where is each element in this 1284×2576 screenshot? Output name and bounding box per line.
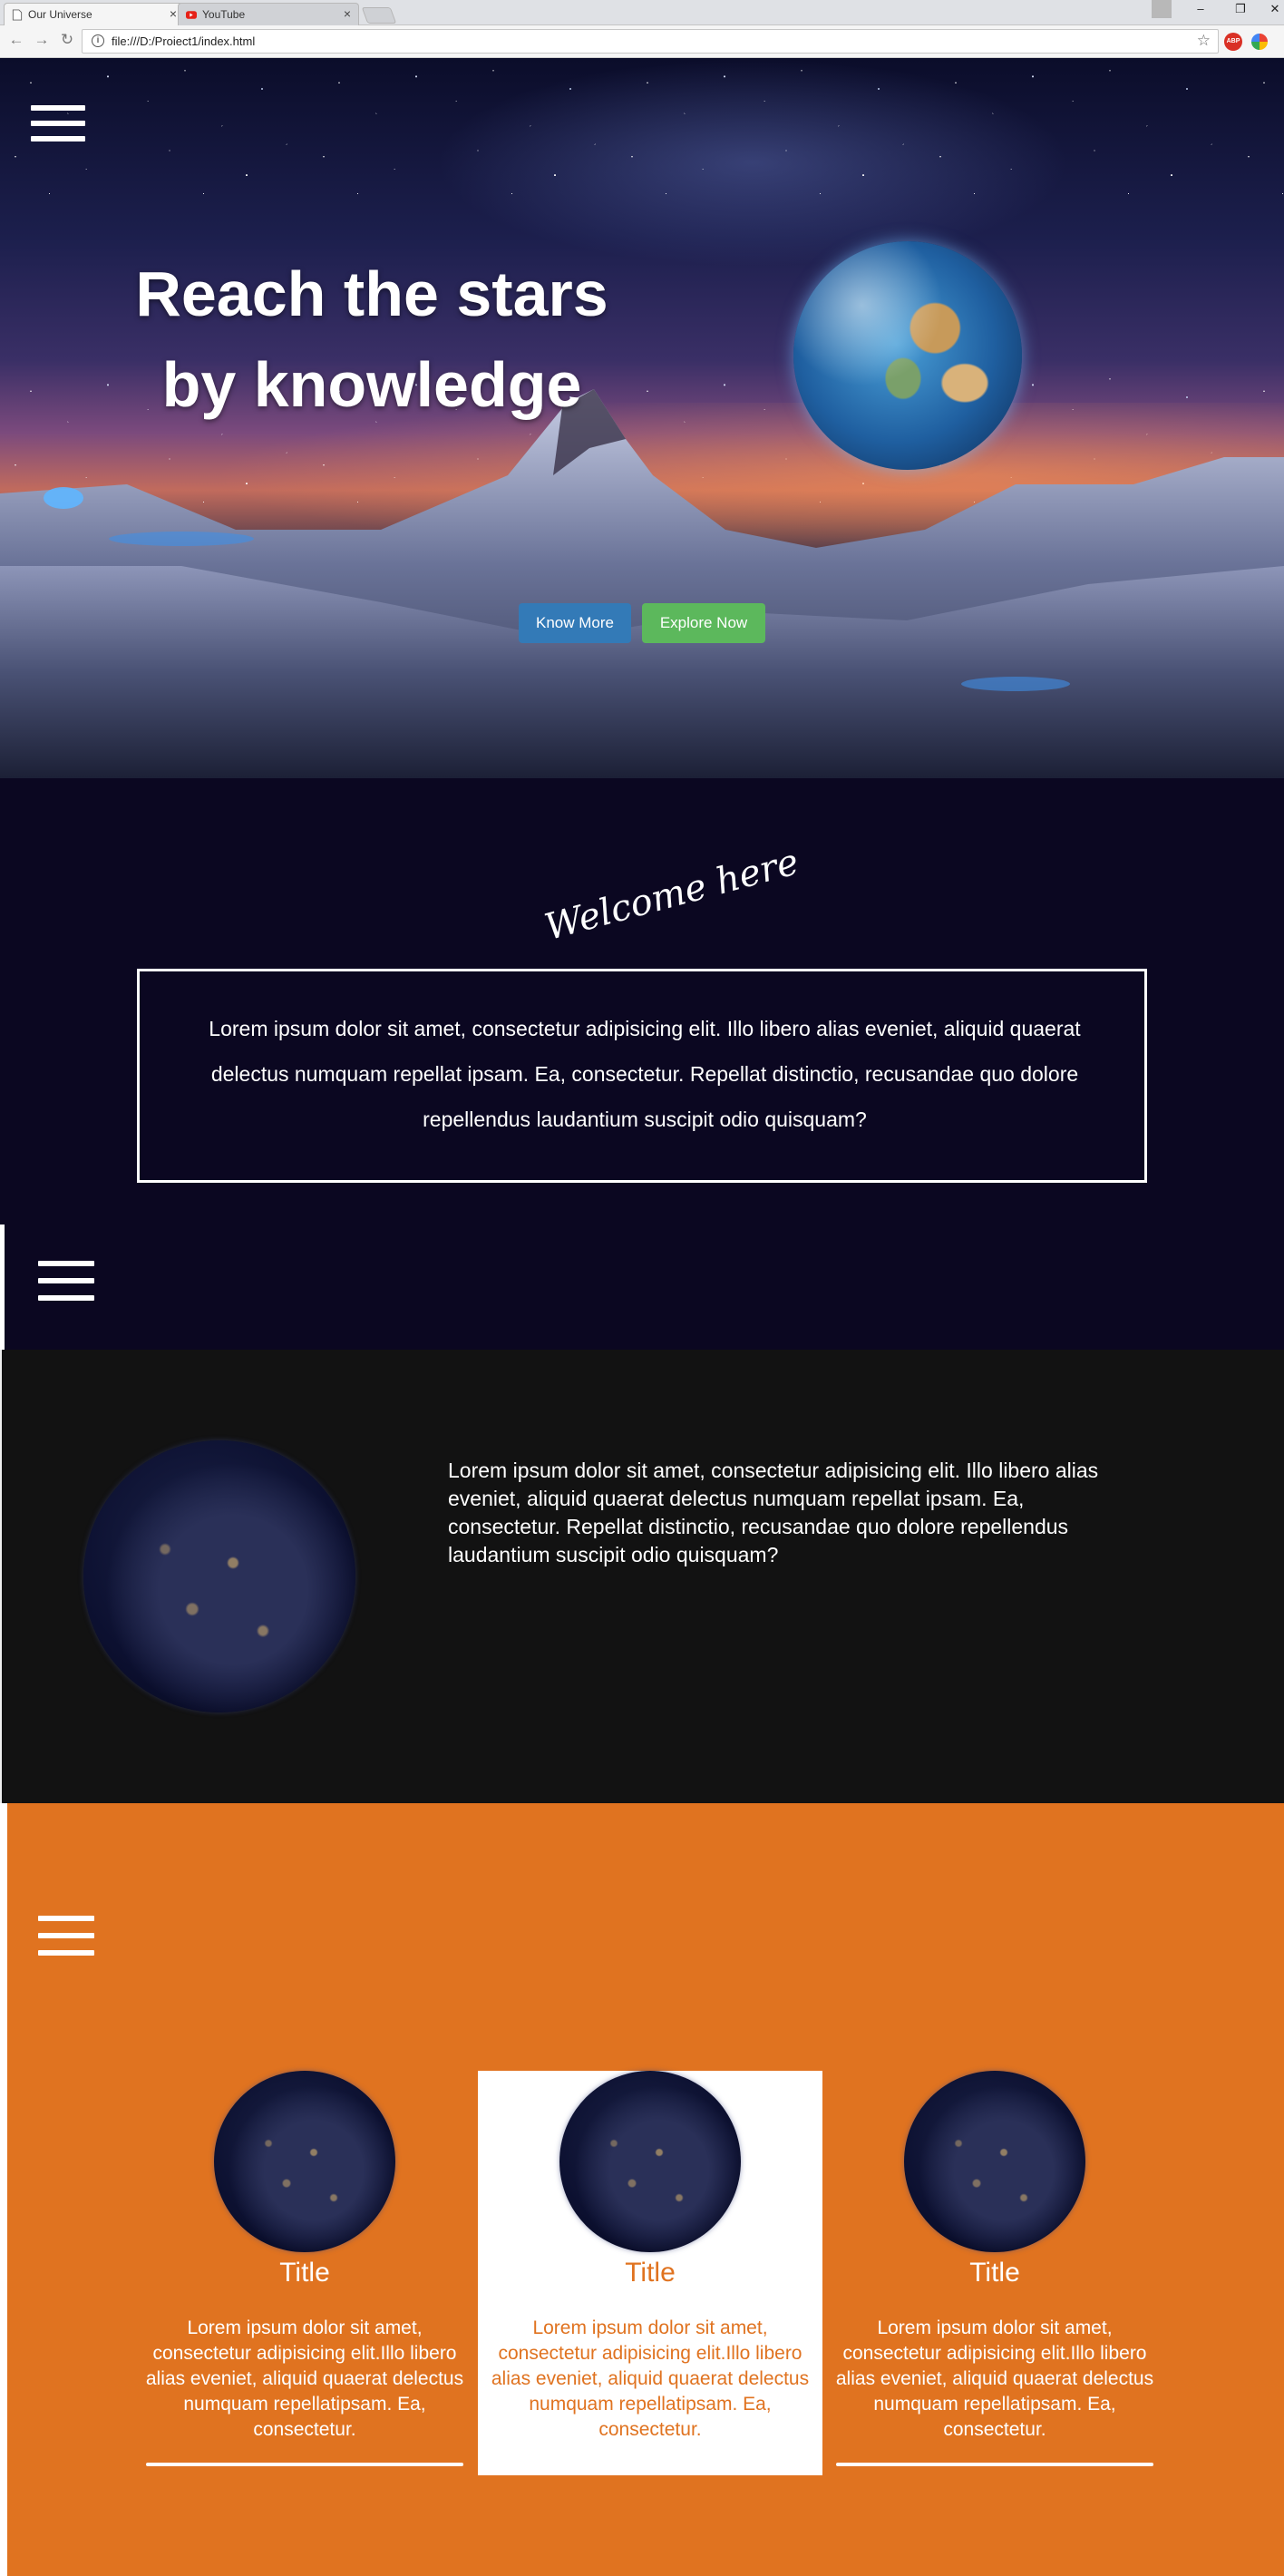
- about-text: Lorem ipsum dolor sit amet, consectetur …: [448, 1459, 1099, 1566]
- side-divider: [0, 1225, 5, 1356]
- new-tab-button[interactable]: [361, 7, 397, 24]
- card-title: Title: [279, 2258, 330, 2288]
- card-image: [214, 2071, 395, 2252]
- youtube-icon: [186, 11, 197, 19]
- extension-icon[interactable]: [1251, 34, 1268, 50]
- hero-title-line1: Reach the stars: [135, 259, 608, 329]
- hero-title-line2: by knowledge: [161, 349, 582, 420]
- card[interactable]: Title Lorem ipsum dolor sit amet, consec…: [822, 2071, 1167, 2475]
- close-icon[interactable]: ×: [344, 6, 351, 21]
- earth-image: [793, 241, 1022, 470]
- back-icon[interactable]: ←: [5, 31, 27, 53]
- side-divider: [0, 1350, 7, 1803]
- tab-youtube[interactable]: YouTube ×: [178, 3, 359, 25]
- close-icon[interactable]: ×: [170, 6, 177, 21]
- card-title: Title: [625, 2258, 676, 2288]
- tab-title: YouTube: [202, 8, 246, 21]
- star-icon[interactable]: ☆: [1197, 32, 1211, 50]
- close-window-button[interactable]: ✕: [1255, 2, 1284, 22]
- forward-icon[interactable]: →: [31, 31, 53, 53]
- menu-icon[interactable]: [38, 1916, 94, 1957]
- card-title: Title: [969, 2258, 1020, 2288]
- night-earth-image: [83, 1440, 355, 1712]
- card-text: Lorem ipsum dolor sit amet, consectetur …: [835, 2317, 1154, 2440]
- minimize-button[interactable]: –: [1181, 2, 1221, 22]
- card-underline: [146, 2463, 463, 2466]
- menu-icon[interactable]: [31, 105, 85, 147]
- profile-icon[interactable]: [1152, 0, 1172, 18]
- reload-icon[interactable]: ↻: [56, 31, 78, 53]
- hero-section: Reach the stars by knowledge Know More E…: [0, 58, 1284, 778]
- know-more-button[interactable]: Know More: [519, 603, 631, 643]
- explore-now-button[interactable]: Explore Now: [642, 603, 765, 643]
- info-icon[interactable]: i: [92, 34, 104, 47]
- welcome-text: Lorem ipsum dolor sit amet, consectetur …: [209, 1017, 1081, 1131]
- card-text: Lorem ipsum dolor sit amet, consectetur …: [145, 2317, 464, 2440]
- hero-title: Reach the stars by knowledge: [109, 249, 635, 430]
- card-image: [904, 2071, 1085, 2252]
- page-icon: [12, 9, 23, 21]
- menu-icon[interactable]: [38, 1261, 94, 1303]
- welcome-box: Lorem ipsum dolor sit amet, consectetur …: [137, 969, 1147, 1183]
- url-text[interactable]: file:///D:/Proiect1/index.html: [112, 34, 255, 48]
- card[interactable]: Title Lorem ipsum dolor sit amet, consec…: [132, 2071, 477, 2475]
- side-divider: [0, 1803, 7, 2576]
- card-text: Lorem ipsum dolor sit amet, consectetur …: [491, 2317, 810, 2440]
- browser-tab-strip: Our Universe × YouTube × – ❐ ✕: [0, 0, 1284, 25]
- card-image: [559, 2071, 741, 2252]
- browser-toolbar: ← → ↻ i file:///D:/Proiect1/index.html ☆…: [0, 25, 1284, 58]
- tab-title: Our Universe: [28, 8, 92, 21]
- adblock-icon[interactable]: ABP: [1224, 33, 1242, 51]
- card-underline: [836, 2463, 1153, 2466]
- address-bar[interactable]: i file:///D:/Proiect1/index.html ☆: [82, 29, 1219, 54]
- tab-our-universe[interactable]: Our Universe ×: [4, 3, 185, 25]
- card-highlighted[interactable]: Title Lorem ipsum dolor sit amet, consec…: [478, 2071, 822, 2475]
